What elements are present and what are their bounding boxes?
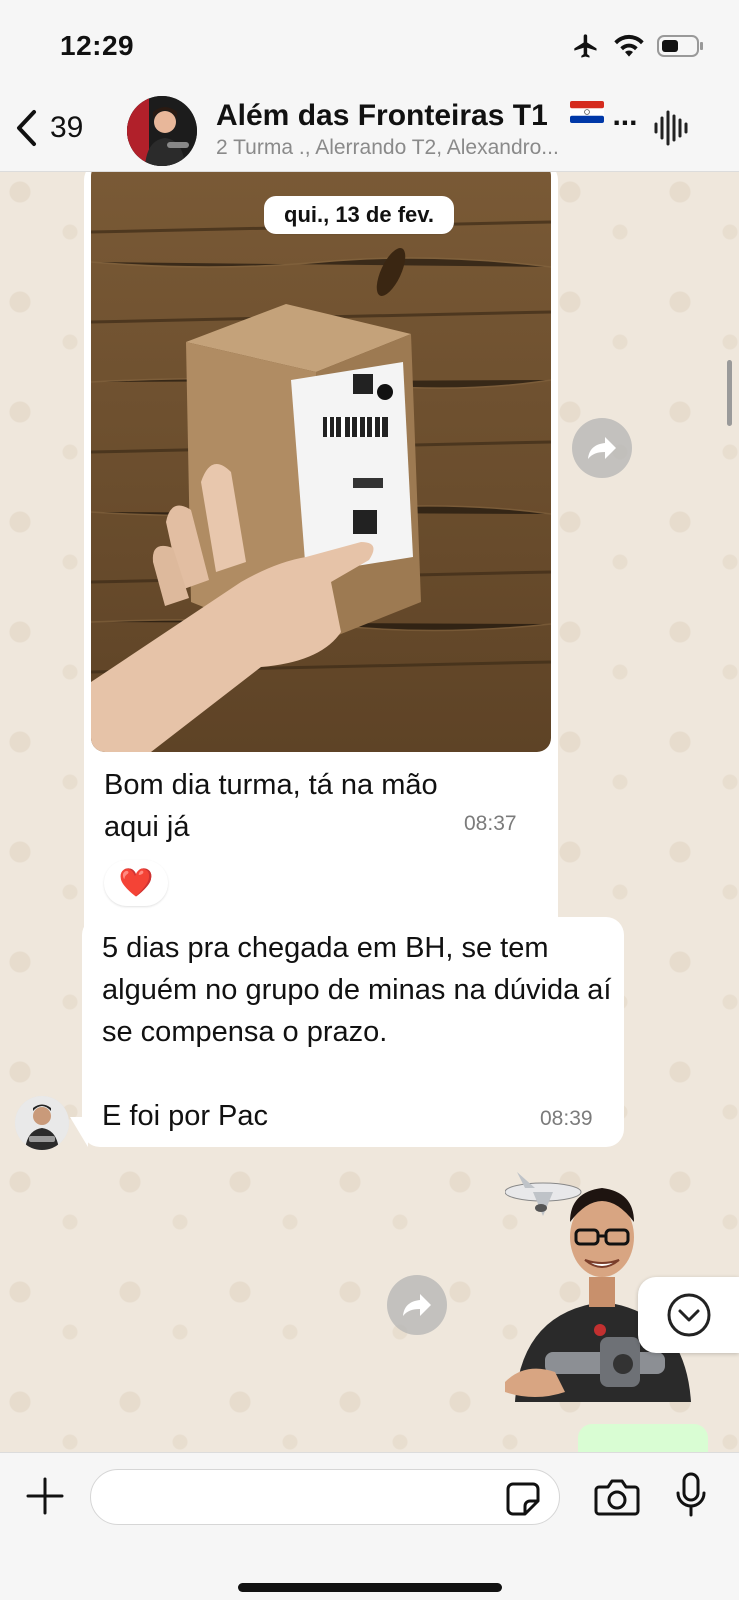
date-separator: qui., 13 de fev. xyxy=(264,196,454,234)
heart-reaction: ❤️ xyxy=(118,867,154,898)
unread-count: 39 xyxy=(50,111,84,144)
forward-button[interactable] xyxy=(572,418,632,478)
message-text: 5 dias pra chegada em BH, se tem alguém … xyxy=(102,932,612,1132)
group-avatar[interactable] xyxy=(127,96,197,166)
battery-icon xyxy=(657,35,703,57)
plus-icon[interactable] xyxy=(24,1475,66,1517)
message-time: 08:39 xyxy=(540,1107,593,1130)
microphone-icon[interactable] xyxy=(674,1471,708,1519)
message-input[interactable] xyxy=(90,1469,560,1525)
chevron-down-icon xyxy=(667,1293,710,1337)
scrollbar-thumb[interactable] xyxy=(727,360,732,426)
outgoing-message-preview[interactable] xyxy=(578,1424,708,1452)
bubble-tail xyxy=(70,1117,88,1147)
scroll-to-bottom-button[interactable] xyxy=(638,1277,739,1353)
wifi-icon xyxy=(614,34,644,57)
chat-area[interactable]: Bom dia turma, tá na mão aqui já 08:37 q… xyxy=(0,172,739,1452)
message-text-field[interactable] xyxy=(109,1478,489,1518)
reaction-badge[interactable]: ❤️ xyxy=(104,860,168,906)
group-title[interactable]: Além das Fronteiras T1 ... xyxy=(216,99,637,133)
paraguay-flag-icon xyxy=(570,101,605,123)
back-button[interactable]: 39 xyxy=(14,108,83,148)
image-caption: Bom dia turma, tá na mão aqui já xyxy=(104,769,438,843)
package-photo[interactable] xyxy=(91,172,551,752)
status-time: 12:29 xyxy=(60,30,135,61)
chevron-left-icon xyxy=(17,110,36,146)
title-ellipsis: ... xyxy=(612,99,638,132)
camera-icon[interactable] xyxy=(594,1477,640,1517)
status-icons xyxy=(571,32,705,60)
message-time: 08:37 xyxy=(464,812,517,835)
sticker-icon[interactable] xyxy=(505,1481,541,1517)
voice-chat-icon[interactable] xyxy=(653,108,691,148)
chat-header: 12:29 39 Além das Fronteiras T1 ... 2 Tu… xyxy=(0,0,739,172)
home-indicator xyxy=(238,1583,502,1592)
image-message[interactable]: Bom dia turma, tá na mão aqui já 08:37 xyxy=(84,172,558,1040)
forward-icon xyxy=(403,1294,431,1316)
group-members: 2 Turma ., Alerrando T2, Alexandro... xyxy=(216,136,559,159)
group-title-text: Além das Fronteiras T1 xyxy=(216,99,548,132)
forward-icon xyxy=(588,437,616,459)
airplane-icon xyxy=(574,34,597,58)
text-message[interactable]: 5 dias pra chegada em BH, se tem alguém … xyxy=(82,917,624,1147)
message-input-bar xyxy=(0,1452,739,1600)
forward-button[interactable] xyxy=(387,1275,447,1335)
sender-avatar[interactable] xyxy=(15,1096,69,1150)
